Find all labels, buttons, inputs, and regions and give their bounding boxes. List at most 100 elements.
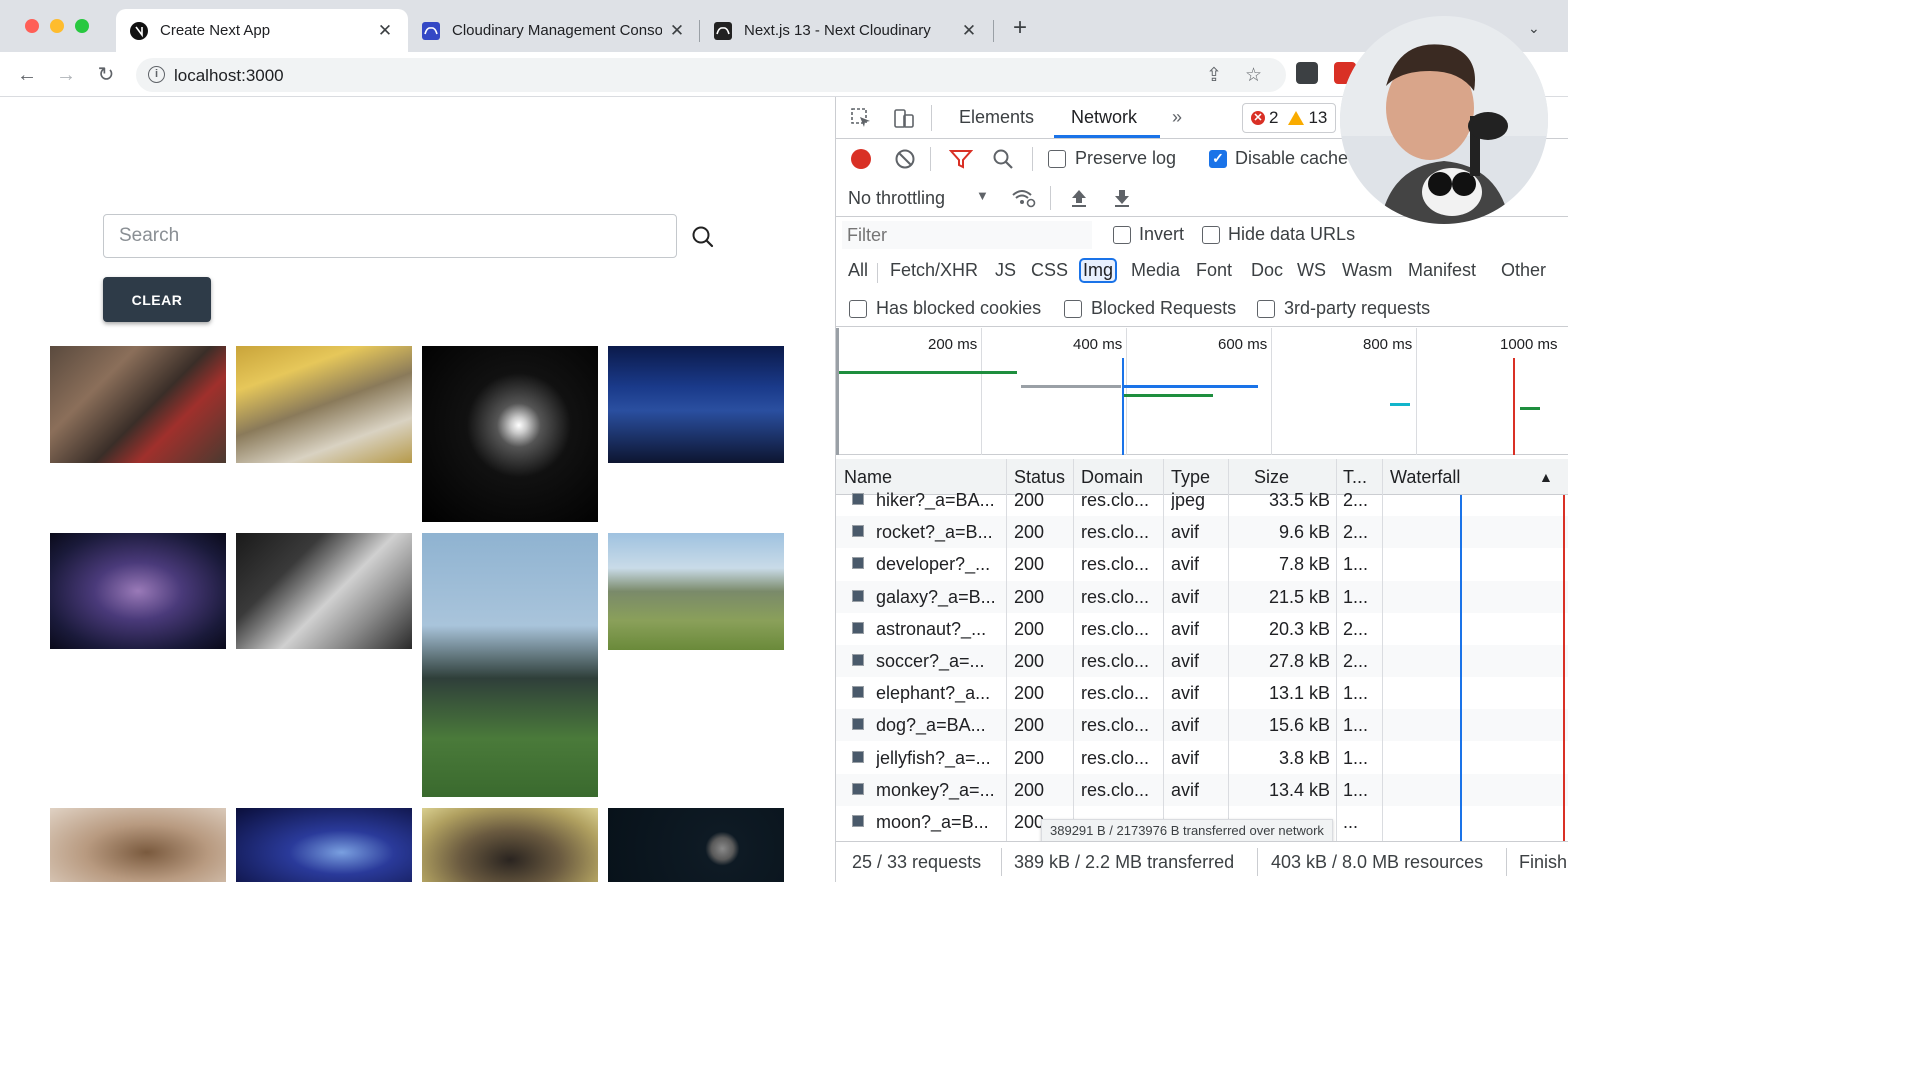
window-close-button[interactable] — [25, 19, 39, 33]
clear-log-icon[interactable] — [894, 148, 916, 175]
blocked-requests-checkbox[interactable] — [1064, 300, 1082, 318]
forward-arrow-icon[interactable]: → — [52, 61, 80, 89]
window-maximize-button[interactable] — [75, 19, 89, 33]
disable-cache-checkbox[interactable]: ✓ — [1209, 150, 1227, 168]
info-icon[interactable]: i — [148, 66, 165, 83]
request-row[interactable]: monkey?_a=... 200 res.clo... avif 13.4 kB 1..… — [836, 773, 1568, 806]
filter-input[interactable] — [842, 221, 1092, 249]
request-domain: res.clo... — [1081, 683, 1150, 704]
rocket-image[interactable] — [422, 346, 598, 522]
hide-data-urls-checkbox[interactable] — [1202, 226, 1220, 244]
preserve-log-checkbox[interactable] — [1048, 150, 1066, 168]
star-icon[interactable]: ☆ — [1245, 64, 1262, 87]
finish-time: Finish — [1519, 852, 1568, 872]
moon-image[interactable] — [608, 808, 784, 882]
address-bar[interactable]: i localhost:3000 ⇪ ☆ — [136, 58, 1286, 92]
throttling-select[interactable]: No throttling — [848, 188, 945, 209]
invert-checkbox[interactable] — [1113, 226, 1131, 244]
type-filter-media[interactable]: Media — [1128, 259, 1183, 282]
request-row[interactable]: soccer?_a=... 200 res.clo... avif 27.8 kB 2..… — [836, 645, 1568, 677]
browser-tab-create-next-app[interactable]: Create Next App ✕ — [116, 9, 408, 52]
elephant-image[interactable] — [608, 533, 784, 650]
request-row[interactable]: developer?_... 200 res.clo... avif 7.8 kB 1..… — [836, 548, 1568, 580]
close-icon[interactable]: ✕ — [668, 21, 686, 41]
third-party-requests-checkbox[interactable] — [1257, 300, 1275, 318]
device-toolbar-icon[interactable] — [892, 106, 916, 135]
galaxy-image[interactable] — [50, 533, 226, 649]
request-domain: res.clo... — [1081, 522, 1150, 543]
type-filter-css[interactable]: CSS — [1028, 259, 1071, 282]
type-filter-ws[interactable]: WS — [1294, 259, 1329, 282]
wifi-settings-icon[interactable] — [1011, 187, 1037, 214]
type-filter-doc[interactable]: Doc — [1248, 259, 1286, 282]
type-filter-img[interactable]: Img — [1079, 258, 1118, 283]
astronaut-image[interactable] — [236, 533, 412, 649]
browser-tab-next-cloudinary[interactable]: Next.js 13 - Next Cloudinary ✕ — [700, 9, 992, 52]
request-row[interactable]: galaxy?_a=B... 200 res.clo... avif 21.5 kB 1.… — [836, 580, 1568, 613]
request-time: 2... — [1343, 490, 1369, 510]
close-icon[interactable]: ✕ — [376, 21, 394, 41]
jellyfish-image[interactable] — [236, 808, 412, 882]
request-row[interactable]: hiker?_a=BA... 200 res.clo... jpeg 33.5 kB 2.… — [836, 484, 1568, 516]
image-file-icon — [852, 718, 864, 731]
type-filter-fetch-xhr[interactable]: Fetch/XHR — [887, 259, 981, 282]
type-filter-font[interactable]: Font — [1193, 259, 1235, 282]
request-name: soccer?_a=... — [876, 651, 985, 671]
record-icon[interactable] — [851, 149, 871, 169]
filter-icon[interactable] — [948, 148, 974, 175]
inspect-element-icon[interactable] — [850, 107, 872, 134]
shield-extension-icon[interactable] — [1296, 62, 1318, 84]
close-icon[interactable]: ✕ — [960, 21, 978, 41]
share-icon[interactable]: ⇪ — [1206, 64, 1222, 87]
type-filter-all[interactable]: All — [845, 259, 871, 282]
request-row[interactable]: jellyfish?_a=... 200 res.clo... avif 3.8 kB 1… — [836, 742, 1568, 774]
third-party-requests-label: 3rd-party requests — [1284, 298, 1431, 318]
window-minimize-button[interactable] — [50, 19, 64, 33]
type-filter-js[interactable]: JS — [992, 259, 1019, 282]
timeline-gridline — [981, 328, 982, 455]
request-domain: res.clo... — [1081, 747, 1150, 768]
type-filter-manifest[interactable]: Manifest — [1405, 259, 1479, 282]
hiker-image[interactable] — [236, 346, 412, 463]
request-time: 1... — [1343, 683, 1369, 704]
new-tab-button[interactable]: + — [1008, 16, 1032, 40]
clear-button[interactable]: CLEAR — [103, 277, 211, 322]
network-overview-timeline[interactable]: 200 ms 400 ms 600 ms 800 ms 1000 ms — [836, 328, 1568, 455]
tab-network[interactable]: Network — [1071, 107, 1137, 128]
timeline-handle-left[interactable] — [836, 328, 839, 455]
request-status: 200 — [1014, 747, 1045, 768]
sort-ascending-icon[interactable]: ▲ — [1539, 469, 1553, 485]
more-tabs-chevron-icon[interactable]: » — [1172, 107, 1182, 128]
request-row[interactable]: dog?_a=BA... 200 res.clo... avif 15.6 kB 1... — [836, 709, 1568, 742]
monkey-image[interactable] — [422, 808, 598, 882]
search-input[interactable] — [103, 214, 677, 258]
preserve-log-label: Preserve log — [1075, 148, 1177, 168]
request-type: jpeg — [1171, 490, 1206, 510]
search-icon[interactable] — [992, 148, 1014, 175]
issues-badge[interactable]: ✕ 2 13 — [1242, 103, 1337, 133]
type-filter-other[interactable]: Other — [1498, 259, 1549, 282]
back-arrow-icon[interactable]: ← — [13, 61, 41, 89]
timeline-tick-label: 600 ms — [1218, 336, 1268, 353]
request-row[interactable]: rocket?_a=B... 200 res.clo... avif 9.6 kB 2..… — [836, 516, 1568, 549]
developer-image[interactable] — [608, 346, 784, 463]
type-filter-wasm[interactable]: Wasm — [1339, 259, 1395, 282]
request-row[interactable]: astronaut?_... 200 res.clo... avif 20.3 kB 2.… — [836, 613, 1568, 645]
guitarist-image[interactable] — [50, 346, 226, 463]
has-blocked-cookies-label: Has blocked cookies — [876, 298, 1042, 318]
chevron-down-icon[interactable]: ▼ — [976, 188, 989, 203]
request-size: 3.8 kB — [1278, 747, 1330, 768]
import-har-icon[interactable] — [1069, 187, 1089, 214]
dog-image[interactable] — [50, 808, 226, 882]
export-har-icon[interactable] — [1112, 187, 1132, 214]
timeline-tick-label: 1000 ms — [1500, 336, 1558, 353]
browser-tab-cloudinary-console[interactable]: Cloudinary Management Console ✕ — [408, 9, 700, 52]
tab-elements[interactable]: Elements — [959, 107, 1034, 128]
image-file-icon — [852, 815, 864, 827]
request-row[interactable]: elephant?_a... 200 res.clo... avif 13.1 kB 1.… — [836, 677, 1568, 709]
has-blocked-cookies-checkbox[interactable] — [849, 300, 867, 318]
soccer-image[interactable] — [422, 533, 598, 797]
chevron-down-icon[interactable]: ⌄ — [1528, 20, 1540, 37]
reload-icon[interactable]: ↻ — [92, 61, 120, 89]
search-icon[interactable] — [690, 224, 716, 250]
